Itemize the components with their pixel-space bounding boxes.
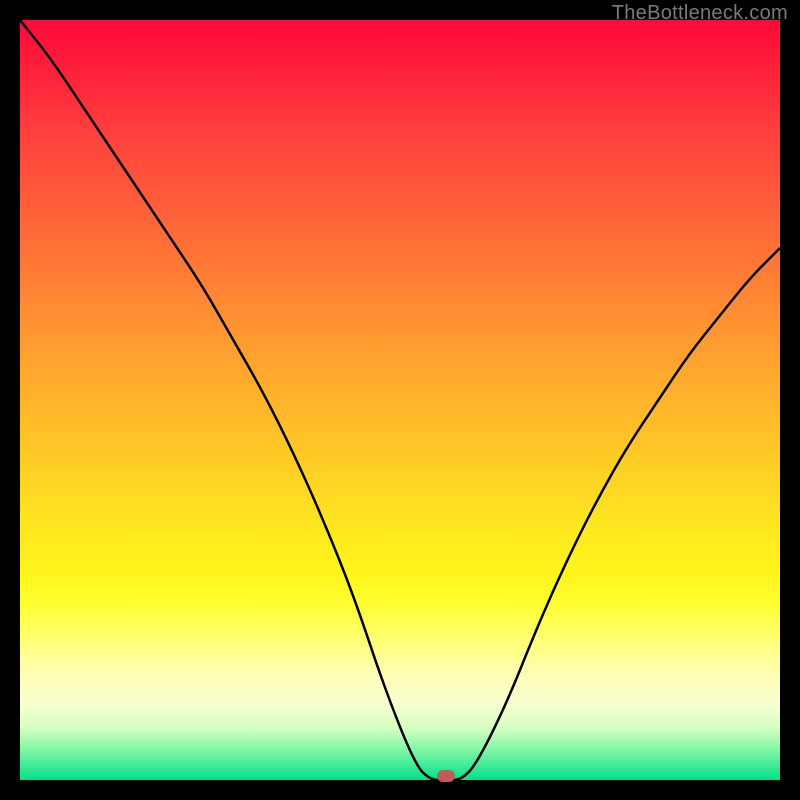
curve-path xyxy=(20,20,780,780)
watermark-text: TheBottleneck.com xyxy=(612,2,788,25)
bottleneck-curve xyxy=(20,20,780,780)
chart-frame: TheBottleneck.com xyxy=(0,0,800,800)
plot-area xyxy=(20,20,780,780)
optimum-marker xyxy=(437,770,455,782)
